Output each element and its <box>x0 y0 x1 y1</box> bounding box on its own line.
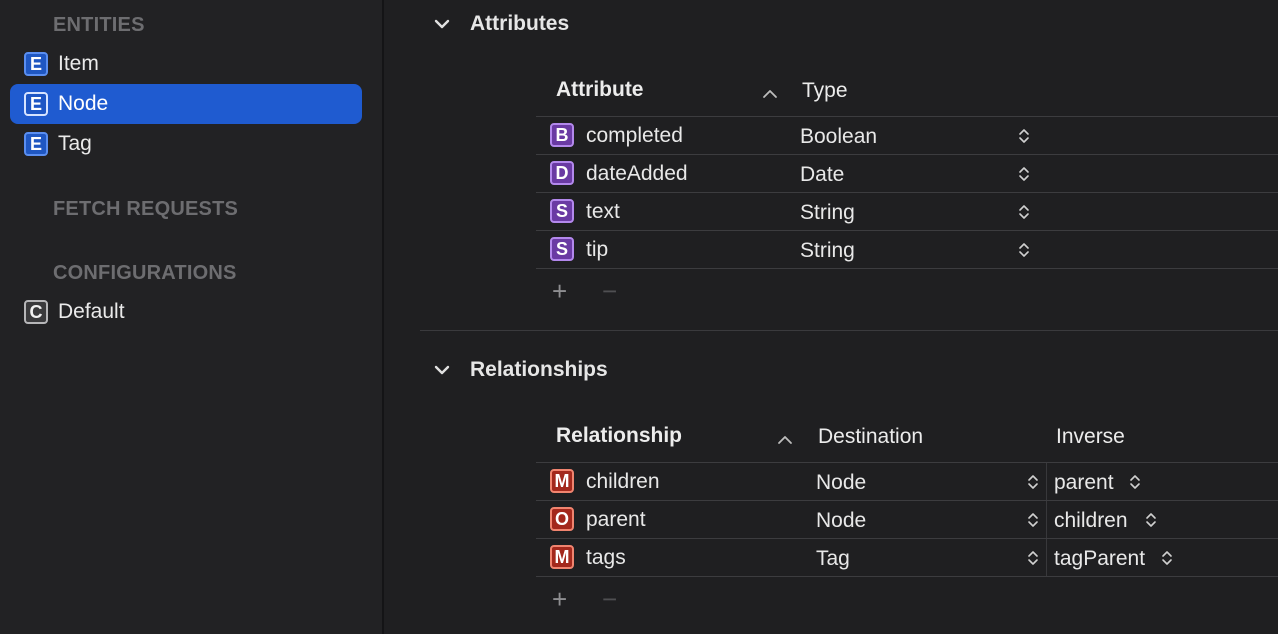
table-row[interactable]: B completed Boolean <box>536 117 1278 155</box>
inverse-popup[interactable]: tagParent <box>1054 547 1145 571</box>
entity-icon: E <box>24 132 48 156</box>
configuration-icon: C <box>24 300 48 324</box>
row-divider <box>536 576 1278 577</box>
column-header-inverse[interactable]: Inverse <box>1056 425 1125 449</box>
entities-header: ENTITIES <box>53 14 145 36</box>
updown-chevron-icon[interactable] <box>1018 165 1030 183</box>
relationship-name[interactable]: parent <box>586 508 646 532</box>
attribute-type-popup[interactable]: String <box>800 239 855 263</box>
date-attribute-icon: D <box>550 161 574 185</box>
updown-chevron-icon[interactable] <box>1018 241 1030 259</box>
updown-chevron-icon[interactable] <box>1027 549 1039 567</box>
sidebar: ENTITIES E Item E Node E Tag FETCH REQUE… <box>0 0 382 634</box>
updown-chevron-icon[interactable] <box>1129 473 1141 491</box>
updown-chevron-icon[interactable] <box>1018 127 1030 145</box>
attribute-name[interactable]: dateAdded <box>586 162 688 186</box>
updown-chevron-icon[interactable] <box>1027 473 1039 491</box>
table-row[interactable]: O parent Node children <box>536 501 1278 539</box>
chevron-up-icon[interactable] <box>777 432 793 444</box>
to-many-relationship-icon: M <box>550 545 574 569</box>
updown-chevron-icon[interactable] <box>1027 511 1039 529</box>
to-many-relationship-icon: M <box>550 469 574 493</box>
column-header-destination[interactable]: Destination <box>818 425 923 449</box>
chevron-down-icon[interactable] <box>434 16 450 32</box>
sidebar-item-label: Node <box>58 92 109 115</box>
entity-editor: Attributes Attribute Type B completed Bo… <box>384 0 1278 634</box>
destination-popup[interactable]: Node <box>816 509 866 533</box>
attribute-type-popup[interactable]: String <box>800 201 855 225</box>
updown-chevron-icon[interactable] <box>1161 549 1173 567</box>
sidebar-item-default[interactable]: C Default <box>10 292 362 332</box>
sidebar-item-node[interactable]: E Node <box>10 84 362 124</box>
add-relationship-button[interactable]: + <box>552 584 567 615</box>
string-attribute-icon: S <box>550 199 574 223</box>
entity-icon: E <box>24 52 48 76</box>
attribute-type-popup[interactable]: Date <box>800 163 844 187</box>
cell-divider <box>1046 539 1047 577</box>
attributes-section-title[interactable]: Attributes <box>470 12 569 36</box>
cell-divider <box>1046 501 1047 539</box>
string-attribute-icon: S <box>550 237 574 261</box>
column-header-relationship[interactable]: Relationship <box>556 424 682 448</box>
remove-attribute-button[interactable]: − <box>602 276 617 307</box>
table-row[interactable]: S tip String <box>536 231 1278 269</box>
entity-icon: E <box>24 92 48 116</box>
relationship-name[interactable]: tags <box>586 546 626 570</box>
attribute-name[interactable]: tip <box>586 238 608 262</box>
updown-chevron-icon[interactable] <box>1018 203 1030 221</box>
updown-chevron-icon[interactable] <box>1145 511 1157 529</box>
relationship-name[interactable]: children <box>586 470 660 494</box>
destination-popup[interactable]: Tag <box>816 547 850 571</box>
inverse-popup[interactable]: parent <box>1054 471 1114 495</box>
table-row[interactable]: S text String <box>536 193 1278 231</box>
boolean-attribute-icon: B <box>550 123 574 147</box>
add-attribute-button[interactable]: + <box>552 276 567 307</box>
column-header-attribute[interactable]: Attribute <box>556 78 644 102</box>
fetch-requests-header: FETCH REQUESTS <box>53 198 239 220</box>
sidebar-item-tag[interactable]: E Tag <box>10 124 362 164</box>
to-one-relationship-icon: O <box>550 507 574 531</box>
column-header-type[interactable]: Type <box>802 79 848 103</box>
destination-popup[interactable]: Node <box>816 471 866 495</box>
attribute-name[interactable]: text <box>586 200 620 224</box>
remove-relationship-button[interactable]: − <box>602 584 617 615</box>
inverse-popup[interactable]: children <box>1054 509 1128 533</box>
table-row[interactable]: M tags Tag tagParent <box>536 539 1278 577</box>
relationships-section-title[interactable]: Relationships <box>470 358 608 382</box>
chevron-up-icon[interactable] <box>762 86 778 98</box>
section-divider <box>420 330 1278 331</box>
table-row[interactable]: M children Node parent <box>536 463 1278 501</box>
table-row[interactable]: D dateAdded Date <box>536 155 1278 193</box>
attribute-name[interactable]: completed <box>586 124 683 148</box>
sidebar-item-label: Tag <box>58 132 92 155</box>
sidebar-item-item[interactable]: E Item <box>10 44 362 84</box>
attribute-type-popup[interactable]: Boolean <box>800 125 877 149</box>
row-divider <box>536 268 1278 269</box>
sidebar-item-label: Item <box>58 52 99 75</box>
sidebar-item-label: Default <box>58 300 125 323</box>
cell-divider <box>1046 463 1047 501</box>
chevron-down-icon[interactable] <box>434 362 450 378</box>
configurations-header: CONFIGURATIONS <box>53 262 237 284</box>
